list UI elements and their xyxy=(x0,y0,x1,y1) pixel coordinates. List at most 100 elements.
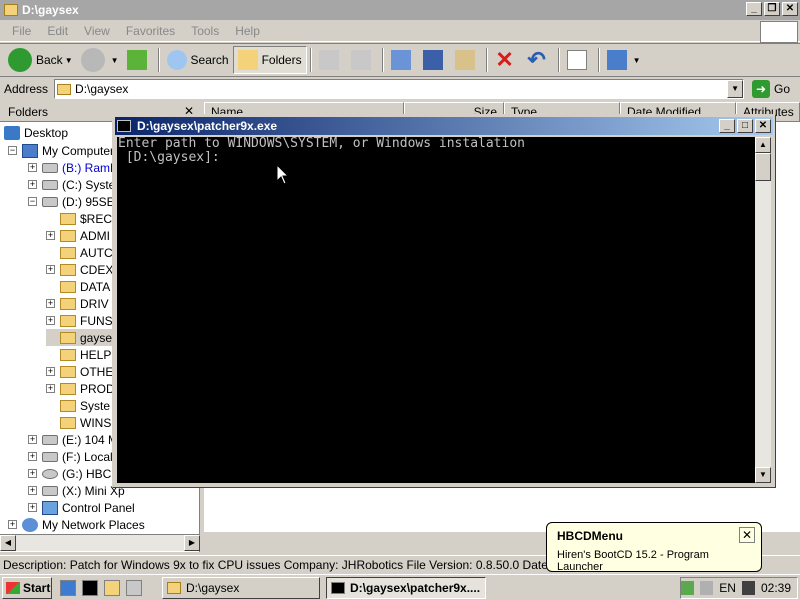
copy-to-button[interactable] xyxy=(347,46,379,74)
tree-item[interactable]: + Control Panel xyxy=(28,499,135,516)
language-indicator[interactable]: EN xyxy=(719,581,736,595)
properties-button[interactable] xyxy=(563,46,595,74)
menu-edit[interactable]: Edit xyxy=(39,24,76,38)
tree-item[interactable]: + (E:) 104 M xyxy=(28,431,118,448)
console-screen[interactable]: Enter path to WINDOWS\SYSTEM, or Windows… xyxy=(117,137,755,483)
up-button[interactable] xyxy=(123,46,155,74)
copy-button[interactable] xyxy=(387,46,419,74)
address-field[interactable]: D:\gaysex ▼ xyxy=(54,79,745,99)
tree-item[interactable]: + (C:) Syste xyxy=(28,176,115,193)
views-button[interactable]: ▼ xyxy=(603,46,645,74)
tree-item[interactable]: AUTC xyxy=(46,244,113,261)
hbcd-tray-icon[interactable] xyxy=(741,581,755,595)
address-dropdown-button[interactable]: ▼ xyxy=(727,80,744,98)
expand-icon[interactable]: + xyxy=(28,163,37,172)
paste-button[interactable] xyxy=(451,46,483,74)
menu-favorites[interactable]: Favorites xyxy=(118,24,183,38)
command-prompt-icon[interactable] xyxy=(82,579,98,596)
expand-icon[interactable]: + xyxy=(46,299,55,308)
menu-help[interactable]: Help xyxy=(227,24,268,38)
tree-item[interactable]: + DRIV xyxy=(46,295,109,312)
collapse-icon[interactable]: − xyxy=(28,197,37,206)
console-title-bar[interactable]: D:\gaysex\patcher9x.exe _ □ ✕ xyxy=(115,117,773,135)
expand-icon[interactable]: + xyxy=(46,265,55,274)
chevron-down-icon[interactable]: ▼ xyxy=(111,56,119,65)
taskbar-button-explorer[interactable]: D:\gaysex xyxy=(162,577,320,599)
expand-icon[interactable]: + xyxy=(28,503,37,512)
expand-icon[interactable]: + xyxy=(28,452,37,461)
expand-icon[interactable]: + xyxy=(8,520,17,529)
expand-icon[interactable]: + xyxy=(46,231,55,240)
folders-button[interactable]: Folders xyxy=(232,46,307,74)
expand-icon[interactable]: + xyxy=(28,469,37,478)
cut-button[interactable] xyxy=(419,46,451,74)
ie-icon[interactable] xyxy=(60,579,76,596)
tree-item[interactable]: HELP xyxy=(46,346,111,363)
tree-item[interactable]: − My Computer xyxy=(8,142,114,159)
close-button[interactable]: ✕ xyxy=(782,2,798,16)
start-button[interactable]: Start xyxy=(2,576,52,599)
notification-balloon[interactable]: HBCDMenu Hiren's BootCD 15.2 - Program L… xyxy=(546,522,762,573)
expand-icon[interactable]: + xyxy=(28,180,37,189)
menu-view[interactable]: View xyxy=(76,24,118,38)
move-to-button[interactable] xyxy=(315,46,347,74)
tree-item[interactable]: + My Network Places xyxy=(8,516,145,533)
clock[interactable]: 02:39 xyxy=(761,581,791,595)
tree-item[interactable]: DATA xyxy=(46,278,110,295)
scroll-down-icon[interactable]: ▼ xyxy=(755,467,771,483)
undo-button[interactable]: ↶ xyxy=(523,46,555,74)
close-icon[interactable]: ✕ xyxy=(739,527,755,543)
tree-horizontal-scrollbar[interactable]: ◀ ▶ xyxy=(0,534,200,551)
tree-item[interactable]: + ADMI xyxy=(46,227,110,244)
tree-item[interactable]: + (G:) HBCD xyxy=(28,465,120,482)
console-window[interactable]: D:\gaysex\patcher9x.exe _ □ ✕ Enter path… xyxy=(112,114,776,488)
scroll-up-icon[interactable]: ▲ xyxy=(755,137,771,153)
expand-icon[interactable]: + xyxy=(46,384,55,393)
expand-icon[interactable]: + xyxy=(46,367,55,376)
balloon-title: HBCDMenu xyxy=(557,529,623,543)
back-button[interactable]: Back ▼ xyxy=(4,46,77,74)
delete-button[interactable]: ✕ xyxy=(491,46,523,74)
drive-tray-icon[interactable] xyxy=(700,581,714,595)
scroll-thumb[interactable] xyxy=(755,153,771,181)
restore-button[interactable]: ❐ xyxy=(764,2,780,16)
expand-icon[interactable]: + xyxy=(28,435,37,444)
tree-item[interactable]: + PROD xyxy=(46,380,115,397)
explorer-icon[interactable] xyxy=(104,579,120,596)
explorer-title-bar[interactable]: D:\gaysex _ ❐ ✕ xyxy=(0,0,800,20)
address-value: D:\gaysex xyxy=(75,82,129,96)
folder-up-icon xyxy=(126,50,147,70)
network-tray-icon[interactable] xyxy=(681,581,695,595)
tree-item[interactable]: WINS xyxy=(46,414,111,431)
tree-item[interactable]: + (X:) Mini Xp xyxy=(28,482,125,499)
tree-item[interactable]: Syste xyxy=(46,397,110,414)
tree-item[interactable]: + CDEX xyxy=(46,261,113,278)
scroll-left-icon[interactable]: ◀ xyxy=(0,535,16,551)
console-vertical-scrollbar[interactable]: ▲ ▼ xyxy=(755,137,771,483)
tree-item[interactable]: $REC xyxy=(46,210,112,227)
expand-icon[interactable]: + xyxy=(46,316,55,325)
tree-item[interactable]: + (B:) RamD xyxy=(28,159,119,176)
tree-item[interactable]: − (D:) 95SE xyxy=(28,193,115,210)
chevron-down-icon[interactable]: ▼ xyxy=(65,56,73,65)
minimize-button[interactable]: _ xyxy=(746,2,762,16)
close-button[interactable]: ✕ xyxy=(755,119,771,133)
tree-item[interactable]: Desktop xyxy=(4,124,68,141)
show-desktop-icon[interactable] xyxy=(126,579,142,596)
tree-item-selected[interactable]: gayse xyxy=(46,329,113,346)
chevron-down-icon[interactable]: ▼ xyxy=(633,56,641,65)
tree-item[interactable]: + (F:) Local xyxy=(28,448,113,465)
scroll-right-icon[interactable]: ▶ xyxy=(184,535,200,551)
search-button[interactable]: Search xyxy=(163,46,233,74)
taskbar-button-console[interactable]: D:\gaysex\patcher9x.... xyxy=(326,577,486,599)
maximize-button[interactable]: □ xyxy=(737,119,753,133)
forward-button[interactable]: ▼ xyxy=(77,46,123,74)
go-button[interactable]: ➜ Go xyxy=(752,80,790,98)
menu-tools[interactable]: Tools xyxy=(183,24,227,38)
menu-file[interactable]: File xyxy=(4,24,39,38)
expand-icon[interactable]: + xyxy=(28,486,37,495)
tree-item[interactable]: + FUNS xyxy=(46,312,113,329)
minimize-button[interactable]: _ xyxy=(719,119,735,133)
tree-item[interactable]: + OTHE xyxy=(46,363,113,380)
collapse-icon[interactable]: − xyxy=(8,146,17,155)
